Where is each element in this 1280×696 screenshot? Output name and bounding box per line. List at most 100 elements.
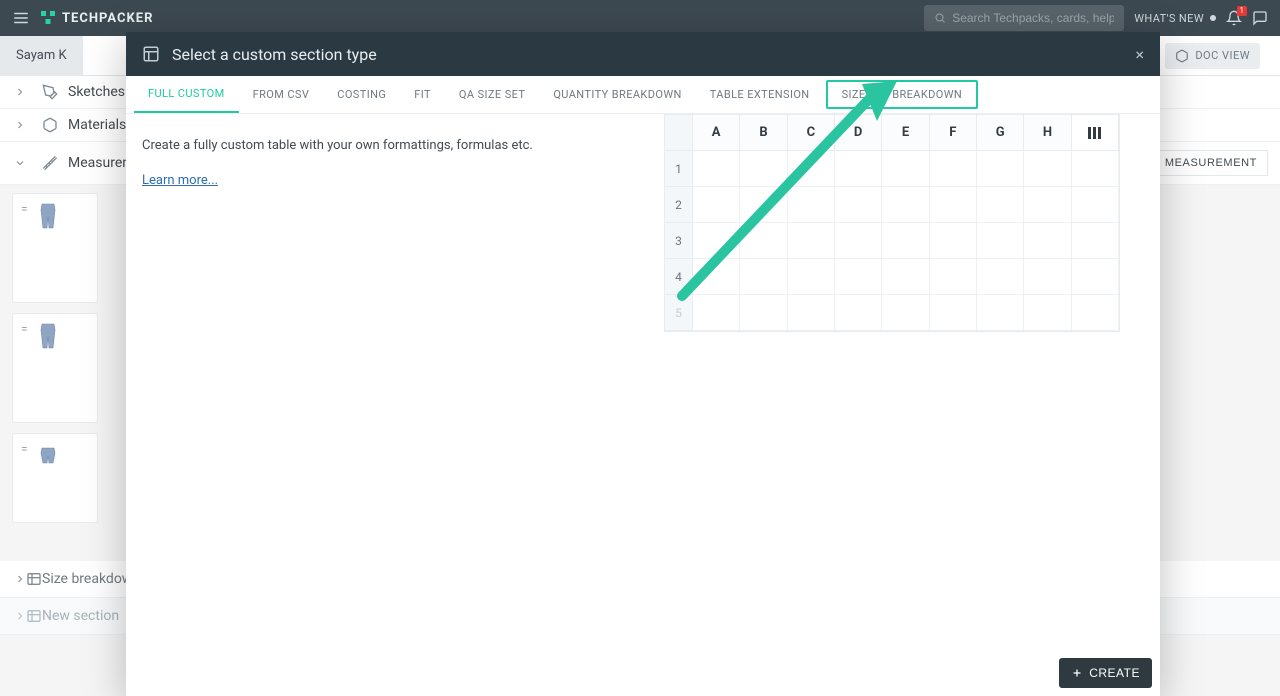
modal-body: Create a fully custom table with your ow… (126, 114, 1160, 696)
plus-icon (1071, 667, 1083, 679)
tab-size-set-breakdown[interactable]: SIZE SET BREAKDOWN (826, 80, 979, 109)
tab-qa-size-set[interactable]: QA SIZE SET (445, 76, 539, 113)
sheet-cell[interactable] (835, 223, 882, 259)
col-header[interactable]: E (882, 115, 929, 151)
sheet-cell[interactable] (740, 259, 787, 295)
search-box[interactable] (924, 5, 1124, 31)
sheet-cell[interactable] (835, 187, 882, 223)
add-column-button[interactable] (1072, 115, 1119, 151)
row-header[interactable]: 3 (665, 223, 693, 259)
sheet-cell[interactable] (1072, 151, 1119, 187)
sheet-cell[interactable] (930, 151, 977, 187)
crumb-user-label: Sayam K (16, 48, 67, 63)
tab-from-csv[interactable]: FROM CSV (239, 76, 324, 113)
sheet-cell[interactable] (882, 295, 929, 331)
sheet-cell[interactable] (1072, 187, 1119, 223)
sheet-cell[interactable] (882, 151, 929, 187)
sheet-cell[interactable] (930, 223, 977, 259)
tab-quantity-breakdown[interactable]: QUANTITY BREAKDOWN (539, 76, 695, 113)
drag-handle-icon[interactable]: = (21, 442, 28, 456)
sheet-cell[interactable] (835, 259, 882, 295)
sheet-cell[interactable] (788, 187, 835, 223)
drag-handle-icon[interactable]: = (21, 322, 28, 336)
sheet-cell[interactable] (835, 295, 882, 331)
row-header[interactable]: 1 (665, 151, 693, 187)
sheet-cell[interactable] (788, 295, 835, 331)
learn-more-link[interactable]: Learn more... (142, 173, 218, 188)
col-header[interactable]: B (740, 115, 787, 151)
sheet-cell[interactable] (977, 223, 1024, 259)
sheet-cell[interactable] (1072, 223, 1119, 259)
feedback-button[interactable] (1252, 10, 1268, 26)
sheet-cell[interactable] (882, 187, 929, 223)
brand[interactable]: TECHPACKER (40, 10, 153, 26)
tab-costing[interactable]: COSTING (323, 76, 400, 113)
top-bar: TECHPACKER WHAT'S NEW 1 (0, 0, 1280, 36)
sheet-cell[interactable] (882, 223, 929, 259)
modal-custom-section: Select a custom section type × FULL CUST… (126, 32, 1160, 696)
col-header[interactable]: D (835, 115, 882, 151)
sheet-cell[interactable] (882, 259, 929, 295)
chevron-right-icon (14, 610, 26, 622)
hamburger-icon[interactable] (12, 9, 30, 27)
search-input[interactable] (952, 11, 1114, 25)
row-header[interactable]: 2 (665, 187, 693, 223)
sheet-cell[interactable] (1072, 259, 1119, 295)
col-header[interactable]: G (977, 115, 1024, 151)
sheet-cell[interactable] (977, 295, 1024, 331)
col-header[interactable]: C (788, 115, 835, 151)
sheet-cell[interactable] (930, 295, 977, 331)
sheet-cell[interactable] (835, 151, 882, 187)
col-header[interactable]: H (1024, 115, 1071, 151)
col-header[interactable]: F (930, 115, 977, 151)
thumb-card[interactable]: = (12, 433, 98, 523)
notifications-button[interactable]: 1 (1226, 10, 1242, 26)
thumb-card[interactable]: = (12, 313, 98, 423)
row-header[interactable]: 5 (665, 295, 693, 331)
sheet-cell[interactable] (1024, 151, 1071, 187)
table-row: 4 (665, 259, 1119, 295)
sheet-cell[interactable] (1024, 223, 1071, 259)
sheet-cell[interactable] (1024, 295, 1071, 331)
sheet-cell[interactable] (977, 151, 1024, 187)
notification-badge: 1 (1237, 6, 1248, 16)
section-materials-label: Materials (68, 117, 126, 133)
sheet-cell[interactable] (977, 187, 1024, 223)
drag-handle-icon[interactable]: = (21, 202, 28, 216)
whats-new-link[interactable]: WHAT'S NEW (1134, 12, 1216, 25)
sheet-cell[interactable] (788, 223, 835, 259)
sheet-cell[interactable] (930, 187, 977, 223)
chevron-right-icon (14, 573, 26, 585)
sheet-cell[interactable] (788, 151, 835, 187)
table-row: 2 (665, 187, 1119, 223)
sheet-cell[interactable] (693, 151, 740, 187)
col-header[interactable]: A (693, 115, 740, 151)
row-header[interactable]: 4 (665, 259, 693, 295)
sheet-cell[interactable] (740, 151, 787, 187)
sheet-cell[interactable] (740, 295, 787, 331)
close-button[interactable]: × (1135, 45, 1144, 64)
doc-view-button[interactable]: DOC VIEW (1165, 43, 1260, 69)
sheet-cell[interactable] (1024, 259, 1071, 295)
thumb-card[interactable]: = (12, 193, 98, 303)
breadcrumb-user[interactable]: Sayam K (0, 36, 83, 76)
sheet-cell[interactable] (1072, 295, 1119, 331)
sheet-cell[interactable] (930, 259, 977, 295)
tab-full-custom[interactable]: FULL CUSTOM (134, 76, 239, 113)
sheet-cell[interactable] (788, 259, 835, 295)
sheet-cell[interactable] (1024, 187, 1071, 223)
sheet-cell[interactable] (740, 187, 787, 223)
sheet-cell[interactable] (693, 295, 740, 331)
layout-icon (142, 45, 160, 63)
tab-fit[interactable]: FIT (400, 76, 445, 113)
pencil-icon (42, 84, 58, 100)
search-icon (934, 12, 946, 24)
pants-thumb-icon (38, 322, 58, 350)
sheet-cell[interactable] (740, 223, 787, 259)
create-button[interactable]: CREATE (1059, 658, 1152, 688)
sheet-cell[interactable] (693, 223, 740, 259)
sheet-cell[interactable] (693, 187, 740, 223)
sheet-cell[interactable] (693, 259, 740, 295)
sheet-cell[interactable] (977, 259, 1024, 295)
tab-table-extension[interactable]: TABLE EXTENSION (696, 76, 824, 113)
